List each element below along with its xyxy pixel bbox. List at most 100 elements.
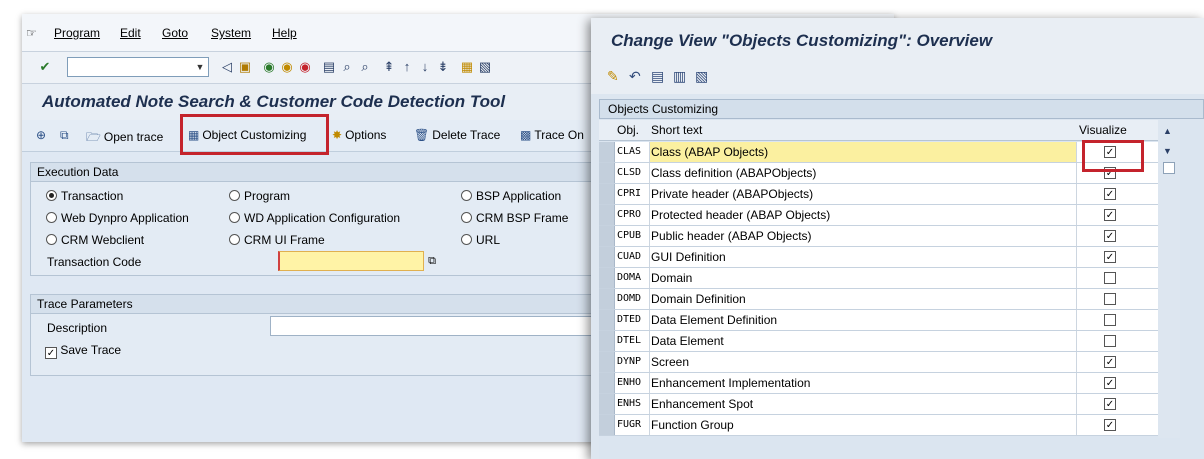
trace-on-button[interactable]: ▩ Trace On xyxy=(520,128,584,142)
radio-crm-ui-frame[interactable]: CRM UI Frame xyxy=(229,233,325,247)
short-text-cell[interactable]: Private header (ABAPObjects) xyxy=(649,184,1076,204)
radio-transaction[interactable]: Transaction xyxy=(46,189,123,203)
short-text-cell[interactable]: GUI Definition xyxy=(649,247,1076,267)
row-selector[interactable] xyxy=(599,331,615,351)
menu-system[interactable]: System xyxy=(211,26,251,40)
visualize-checkbox[interactable]: ✓ xyxy=(1104,398,1116,410)
visualize-checkbox[interactable] xyxy=(1104,293,1116,305)
radio-crm-webclient[interactable]: CRM Webclient xyxy=(46,233,144,247)
radio-wd-app-config[interactable]: WD Application Configuration xyxy=(229,211,400,225)
menu-goto[interactable]: Goto xyxy=(162,26,188,40)
column-header-short-text[interactable]: Short text xyxy=(651,123,702,137)
delete-trace-button[interactable]: 🗑 Delete Trace xyxy=(414,128,500,142)
visualize-checkbox[interactable]: ✓ xyxy=(1104,251,1116,263)
short-text-cell[interactable]: Public header (ABAP Objects) xyxy=(649,226,1076,246)
command-field[interactable] xyxy=(67,57,209,77)
table-row[interactable]: DOMA Domain xyxy=(599,268,1159,289)
shortcut-icon[interactable]: ▧ xyxy=(478,60,492,74)
options-button[interactable]: ✸ Options xyxy=(332,128,386,142)
row-selector[interactable] xyxy=(599,394,615,414)
undo-icon[interactable]: ↶ xyxy=(629,68,641,85)
table-row[interactable]: CPRI Private header (ABAPObjects) ✓ xyxy=(599,184,1159,205)
scroll-thumb[interactable] xyxy=(1163,162,1175,174)
menu-program[interactable]: Program xyxy=(54,26,100,40)
table-row[interactable]: ENHS Enhancement Spot ✓ xyxy=(599,394,1159,415)
table-row[interactable]: ENHO Enhancement Implementation ✓ xyxy=(599,373,1159,394)
row-selector[interactable] xyxy=(599,163,615,183)
table-row[interactable]: DTED Data Element Definition xyxy=(599,310,1159,331)
row-selector[interactable] xyxy=(599,205,615,225)
short-text-cell[interactable]: Domain Definition xyxy=(649,289,1076,309)
create-session-icon[interactable]: ▦ xyxy=(460,60,474,74)
description-input[interactable] xyxy=(270,316,610,336)
table-row[interactable]: CPUB Public header (ABAP Objects) ✓ xyxy=(599,226,1159,247)
short-text-cell[interactable]: Enhancement Implementation xyxy=(649,373,1076,393)
visualize-checkbox[interactable]: ✓ xyxy=(1104,356,1116,368)
row-selector[interactable] xyxy=(599,226,615,246)
row-selector[interactable] xyxy=(599,415,615,435)
radio-web-dynpro[interactable]: Web Dynpro Application xyxy=(46,211,189,225)
visualize-checkbox[interactable] xyxy=(1104,314,1116,326)
table-row[interactable]: FUGR Function Group ✓ xyxy=(599,415,1159,436)
back-small-icon[interactable]: ◁ xyxy=(220,60,234,74)
visualize-checkbox[interactable]: ✓ xyxy=(1104,230,1116,242)
menu-icon[interactable]: ☞ xyxy=(26,26,37,40)
short-text-cell[interactable]: Class (ABAP Objects) xyxy=(649,142,1076,162)
short-text-cell[interactable]: Class definition (ABAPObjects) xyxy=(649,163,1076,183)
table-row[interactable]: CLSD Class definition (ABAPObjects) ✓ xyxy=(599,163,1159,184)
table-row[interactable]: DTEL Data Element xyxy=(599,331,1159,352)
back-icon[interactable]: ◉ xyxy=(262,60,276,74)
execute-button[interactable]: ⊕ xyxy=(36,128,49,142)
select-all-icon[interactable]: ▤ xyxy=(651,68,664,85)
row-selector[interactable] xyxy=(599,310,615,330)
save-icon[interactable]: ▣ xyxy=(238,60,252,74)
table-row[interactable]: DYNP Screen ✓ xyxy=(599,352,1159,373)
short-text-cell[interactable]: Protected header (ABAP Objects) xyxy=(649,205,1076,225)
display-change-icon[interactable]: ✎ xyxy=(607,68,619,85)
chevron-down-icon[interactable]: ▼ xyxy=(191,57,209,77)
find-next-icon[interactable]: ⌕ xyxy=(358,60,372,74)
copy-button[interactable]: ⧉ xyxy=(60,128,72,143)
row-selector[interactable] xyxy=(599,247,615,267)
open-trace-button[interactable]: 🗁 Open trace xyxy=(86,128,163,149)
row-selector[interactable] xyxy=(599,268,615,288)
print-icon[interactable]: ▤ xyxy=(322,60,336,74)
short-text-cell[interactable]: Domain xyxy=(649,268,1076,288)
radio-bsp-application[interactable]: BSP Application xyxy=(461,189,561,203)
visualize-checkbox[interactable]: ✓ xyxy=(1104,209,1116,221)
previous-page-icon[interactable]: ↑ xyxy=(400,60,414,74)
first-page-icon[interactable]: ⇞ xyxy=(382,60,396,74)
short-text-cell[interactable]: Enhancement Spot xyxy=(649,394,1076,414)
radio-url[interactable]: URL xyxy=(461,233,500,247)
table-row[interactable]: CLAS Class (ABAP Objects) ✓ xyxy=(599,142,1159,163)
visualize-checkbox[interactable] xyxy=(1104,272,1116,284)
save-trace-checkbox[interactable]: ✓ Save Trace xyxy=(45,343,121,359)
table-row[interactable]: CPRO Protected header (ABAP Objects) ✓ xyxy=(599,205,1159,226)
short-text-cell[interactable]: Data Element xyxy=(649,331,1076,351)
menu-edit[interactable]: Edit xyxy=(120,26,141,40)
row-selector[interactable] xyxy=(599,352,615,372)
visualize-checkbox[interactable]: ✓ xyxy=(1104,377,1116,389)
row-selector[interactable] xyxy=(599,184,615,204)
row-selector[interactable] xyxy=(599,373,615,393)
visualize-checkbox[interactable] xyxy=(1104,335,1116,347)
visualize-checkbox[interactable]: ✓ xyxy=(1104,188,1116,200)
column-header-visualize[interactable]: Visualize xyxy=(1079,123,1127,137)
short-text-cell[interactable]: Screen xyxy=(649,352,1076,372)
last-page-icon[interactable]: ⇟ xyxy=(436,60,450,74)
column-header-obj[interactable]: Obj. xyxy=(617,123,639,137)
short-text-cell[interactable]: Function Group xyxy=(649,415,1076,435)
menu-help[interactable]: Help xyxy=(272,26,297,40)
scroll-down-icon[interactable]: ▼ xyxy=(1163,146,1172,156)
transaction-code-input[interactable] xyxy=(278,251,424,271)
short-text-cell[interactable]: Data Element Definition xyxy=(649,310,1076,330)
row-selector[interactable] xyxy=(599,142,615,162)
exit-icon[interactable]: ◉ xyxy=(280,60,294,74)
scroll-up-icon[interactable]: ▲ xyxy=(1163,126,1172,136)
table-row[interactable]: CUAD GUI Definition ✓ xyxy=(599,247,1159,268)
row-selector[interactable] xyxy=(599,289,615,309)
select-block-icon[interactable]: ▥ xyxy=(673,68,686,85)
cancel-icon[interactable]: ◉ xyxy=(298,60,312,74)
radio-program[interactable]: Program xyxy=(229,189,290,203)
value-help-icon[interactable]: ⧉ xyxy=(425,253,439,269)
